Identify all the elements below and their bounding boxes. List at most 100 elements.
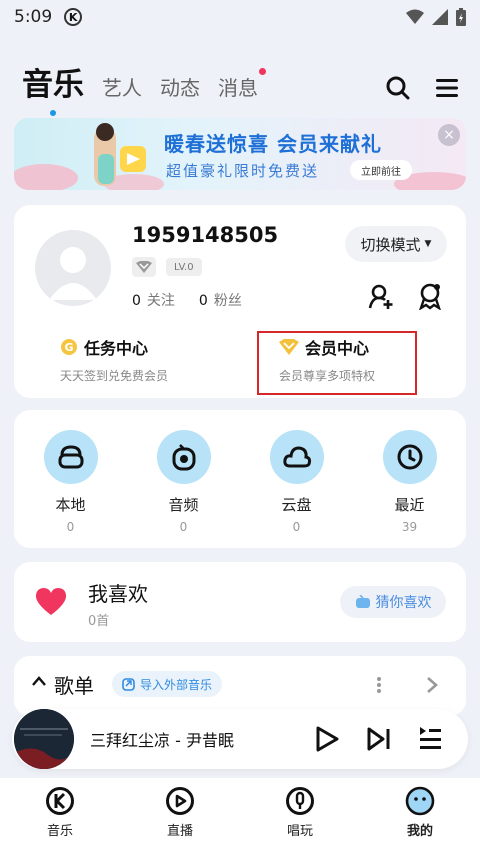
play-icon[interactable] bbox=[314, 725, 340, 753]
bottom-nav-sing[interactable]: 唱玩 bbox=[240, 778, 360, 853]
search-icon[interactable] bbox=[386, 76, 410, 100]
achievement-icon[interactable] bbox=[417, 282, 443, 310]
import-external-music-button[interactable]: 导入外部音乐 bbox=[112, 671, 223, 697]
fans-stat[interactable]: 0 粉丝 bbox=[199, 290, 242, 310]
quick-audio-label: 音频 bbox=[168, 496, 199, 514]
level-badge[interactable]: LV.0 bbox=[166, 258, 202, 276]
profile-card: 1959148505 LV.0 0 关注 0 粉丝 切换模式 ▼ G 任务中心 天天… bbox=[14, 205, 466, 398]
fans-count: 0 bbox=[198, 293, 208, 309]
more-vertical-icon[interactable] bbox=[376, 676, 382, 694]
vip-diamond-icon[interactable] bbox=[132, 257, 156, 277]
signal-icon bbox=[432, 9, 448, 25]
box-icon bbox=[58, 445, 83, 469]
switch-mode-label: 切换模式 bbox=[360, 235, 421, 254]
quick-cloud-count: 0 bbox=[292, 520, 301, 534]
quick-access-card: 本地 0 音频 0 云盘 0 最近 39 bbox=[14, 410, 466, 548]
bottom-nav-live[interactable]: 直播 bbox=[120, 778, 240, 853]
k-logo-icon bbox=[46, 787, 74, 815]
following-label: 关注 bbox=[146, 293, 175, 309]
user-stats: 0 关注 0 粉丝 bbox=[132, 290, 242, 310]
fans-label: 粉丝 bbox=[213, 293, 242, 309]
active-tab-indicator bbox=[50, 110, 56, 116]
now-playing-title: 三拜红尘凉 - 尹昔眠 bbox=[90, 731, 234, 750]
import-external-music-label: 导入外部音乐 bbox=[140, 677, 213, 692]
avatar-placeholder-icon bbox=[49, 247, 97, 300]
tab-music[interactable]: 音乐 bbox=[22, 59, 84, 116]
quick-audio[interactable]: 音频 0 bbox=[144, 430, 224, 548]
quick-recent[interactable]: 最近 39 bbox=[370, 430, 450, 548]
task-center[interactable]: G 任务中心 天天签到兑免费会员 bbox=[60, 335, 168, 384]
status-icons bbox=[406, 8, 466, 26]
bottom-nav-sing-label: 唱玩 bbox=[286, 824, 313, 839]
quick-local[interactable]: 本地 0 bbox=[31, 430, 111, 548]
nav-actions bbox=[386, 76, 458, 100]
svg-text:G: G bbox=[64, 341, 73, 354]
tab-messages[interactable]: 消息 bbox=[218, 68, 266, 101]
k-badge-icon: K bbox=[64, 8, 83, 26]
tab-artists-label: 艺人 bbox=[102, 76, 142, 100]
caret-down-icon: ▼ bbox=[424, 239, 432, 249]
status-bar: 5:09 K bbox=[0, 0, 480, 34]
bottom-nav-live-label: 直播 bbox=[166, 824, 193, 839]
tab-artists[interactable]: 艺人 bbox=[102, 72, 142, 101]
tab-feed[interactable]: 动态 bbox=[160, 72, 200, 101]
following-count: 0 bbox=[132, 293, 141, 309]
bottom-nav-mine-label: 我的 bbox=[406, 824, 433, 839]
playlists-card: 歌单 导入外部音乐 bbox=[14, 656, 466, 716]
quick-local-label: 本地 bbox=[55, 496, 86, 514]
top-nav: 音乐 艺人 动态 消息 bbox=[0, 48, 480, 116]
chevron-up-icon[interactable] bbox=[32, 676, 46, 686]
radio-icon bbox=[172, 444, 195, 471]
playlist-queue-icon[interactable] bbox=[418, 725, 442, 751]
album-art-image bbox=[14, 709, 74, 769]
status-time: 5:09 bbox=[14, 7, 53, 27]
clock-icon bbox=[397, 444, 422, 470]
promo-banner[interactable]: 暖春送惊喜 会员来献礼 超值豪礼限时免费送 立即前往 × bbox=[14, 118, 466, 190]
task-center-subtitle: 天天签到兑免费会员 bbox=[60, 369, 169, 383]
favorites-count: 0首 bbox=[88, 614, 110, 629]
bottom-nav: 音乐 直播 唱玩 我的 bbox=[0, 778, 480, 853]
next-track-icon[interactable] bbox=[366, 725, 392, 753]
bottom-nav-mine[interactable]: 我的 bbox=[360, 778, 480, 853]
tab-feed-label: 动态 bbox=[160, 76, 200, 100]
task-center-title: 任务中心 bbox=[84, 339, 149, 358]
import-icon bbox=[122, 677, 135, 691]
switch-mode-button[interactable]: 切换模式 ▼ bbox=[345, 226, 447, 262]
favorites-title: 我喜欢 bbox=[88, 582, 148, 606]
quick-recent-count: 39 bbox=[401, 520, 418, 534]
username: 1959148505 bbox=[132, 223, 279, 247]
avatar[interactable] bbox=[35, 230, 111, 306]
quick-recent-label: 最近 bbox=[394, 496, 425, 514]
coin-icon: G bbox=[61, 339, 77, 355]
banner-subtitle: 超值豪礼限时免费送 bbox=[166, 162, 320, 180]
notification-dot bbox=[259, 68, 266, 75]
banner-close-button[interactable]: × bbox=[438, 124, 460, 146]
chevron-right-icon[interactable] bbox=[426, 676, 438, 694]
vip-center-highlight-box bbox=[257, 331, 417, 395]
heart-icon bbox=[35, 588, 67, 615]
add-friend-icon[interactable] bbox=[368, 284, 394, 310]
album-cover[interactable] bbox=[14, 709, 74, 769]
wifi-icon bbox=[406, 9, 424, 24]
cloud-icon bbox=[282, 446, 311, 468]
favorites-card[interactable]: 我喜欢 0首 猜你喜欢 bbox=[14, 562, 466, 642]
profile-face-icon bbox=[405, 786, 435, 816]
guess-you-like-button[interactable]: 猜你喜欢 bbox=[340, 586, 446, 618]
mic-icon bbox=[286, 787, 314, 815]
quick-cloud[interactable]: 云盘 0 bbox=[257, 430, 337, 548]
menu-icon[interactable] bbox=[436, 78, 458, 98]
mini-player[interactable]: 三拜红尘凉 - 尹昔眠 bbox=[12, 709, 468, 769]
tv-icon bbox=[355, 595, 370, 608]
playlists-title[interactable]: 歌单 bbox=[54, 670, 94, 699]
tab-messages-label: 消息 bbox=[218, 76, 258, 100]
banner-cta-button[interactable]: 立即前往 bbox=[350, 160, 412, 180]
quick-audio-count: 0 bbox=[179, 520, 188, 534]
guess-you-like-label: 猜你喜欢 bbox=[375, 595, 432, 611]
user-badges: LV.0 bbox=[132, 257, 202, 277]
live-play-icon bbox=[166, 787, 194, 815]
bottom-nav-music[interactable]: 音乐 bbox=[0, 778, 120, 853]
banner-title: 暖春送惊喜 会员来献礼 bbox=[164, 132, 382, 156]
quick-cloud-label: 云盘 bbox=[281, 496, 312, 514]
tab-music-label: 音乐 bbox=[22, 67, 84, 103]
following-stat[interactable]: 0 关注 bbox=[132, 290, 175, 310]
